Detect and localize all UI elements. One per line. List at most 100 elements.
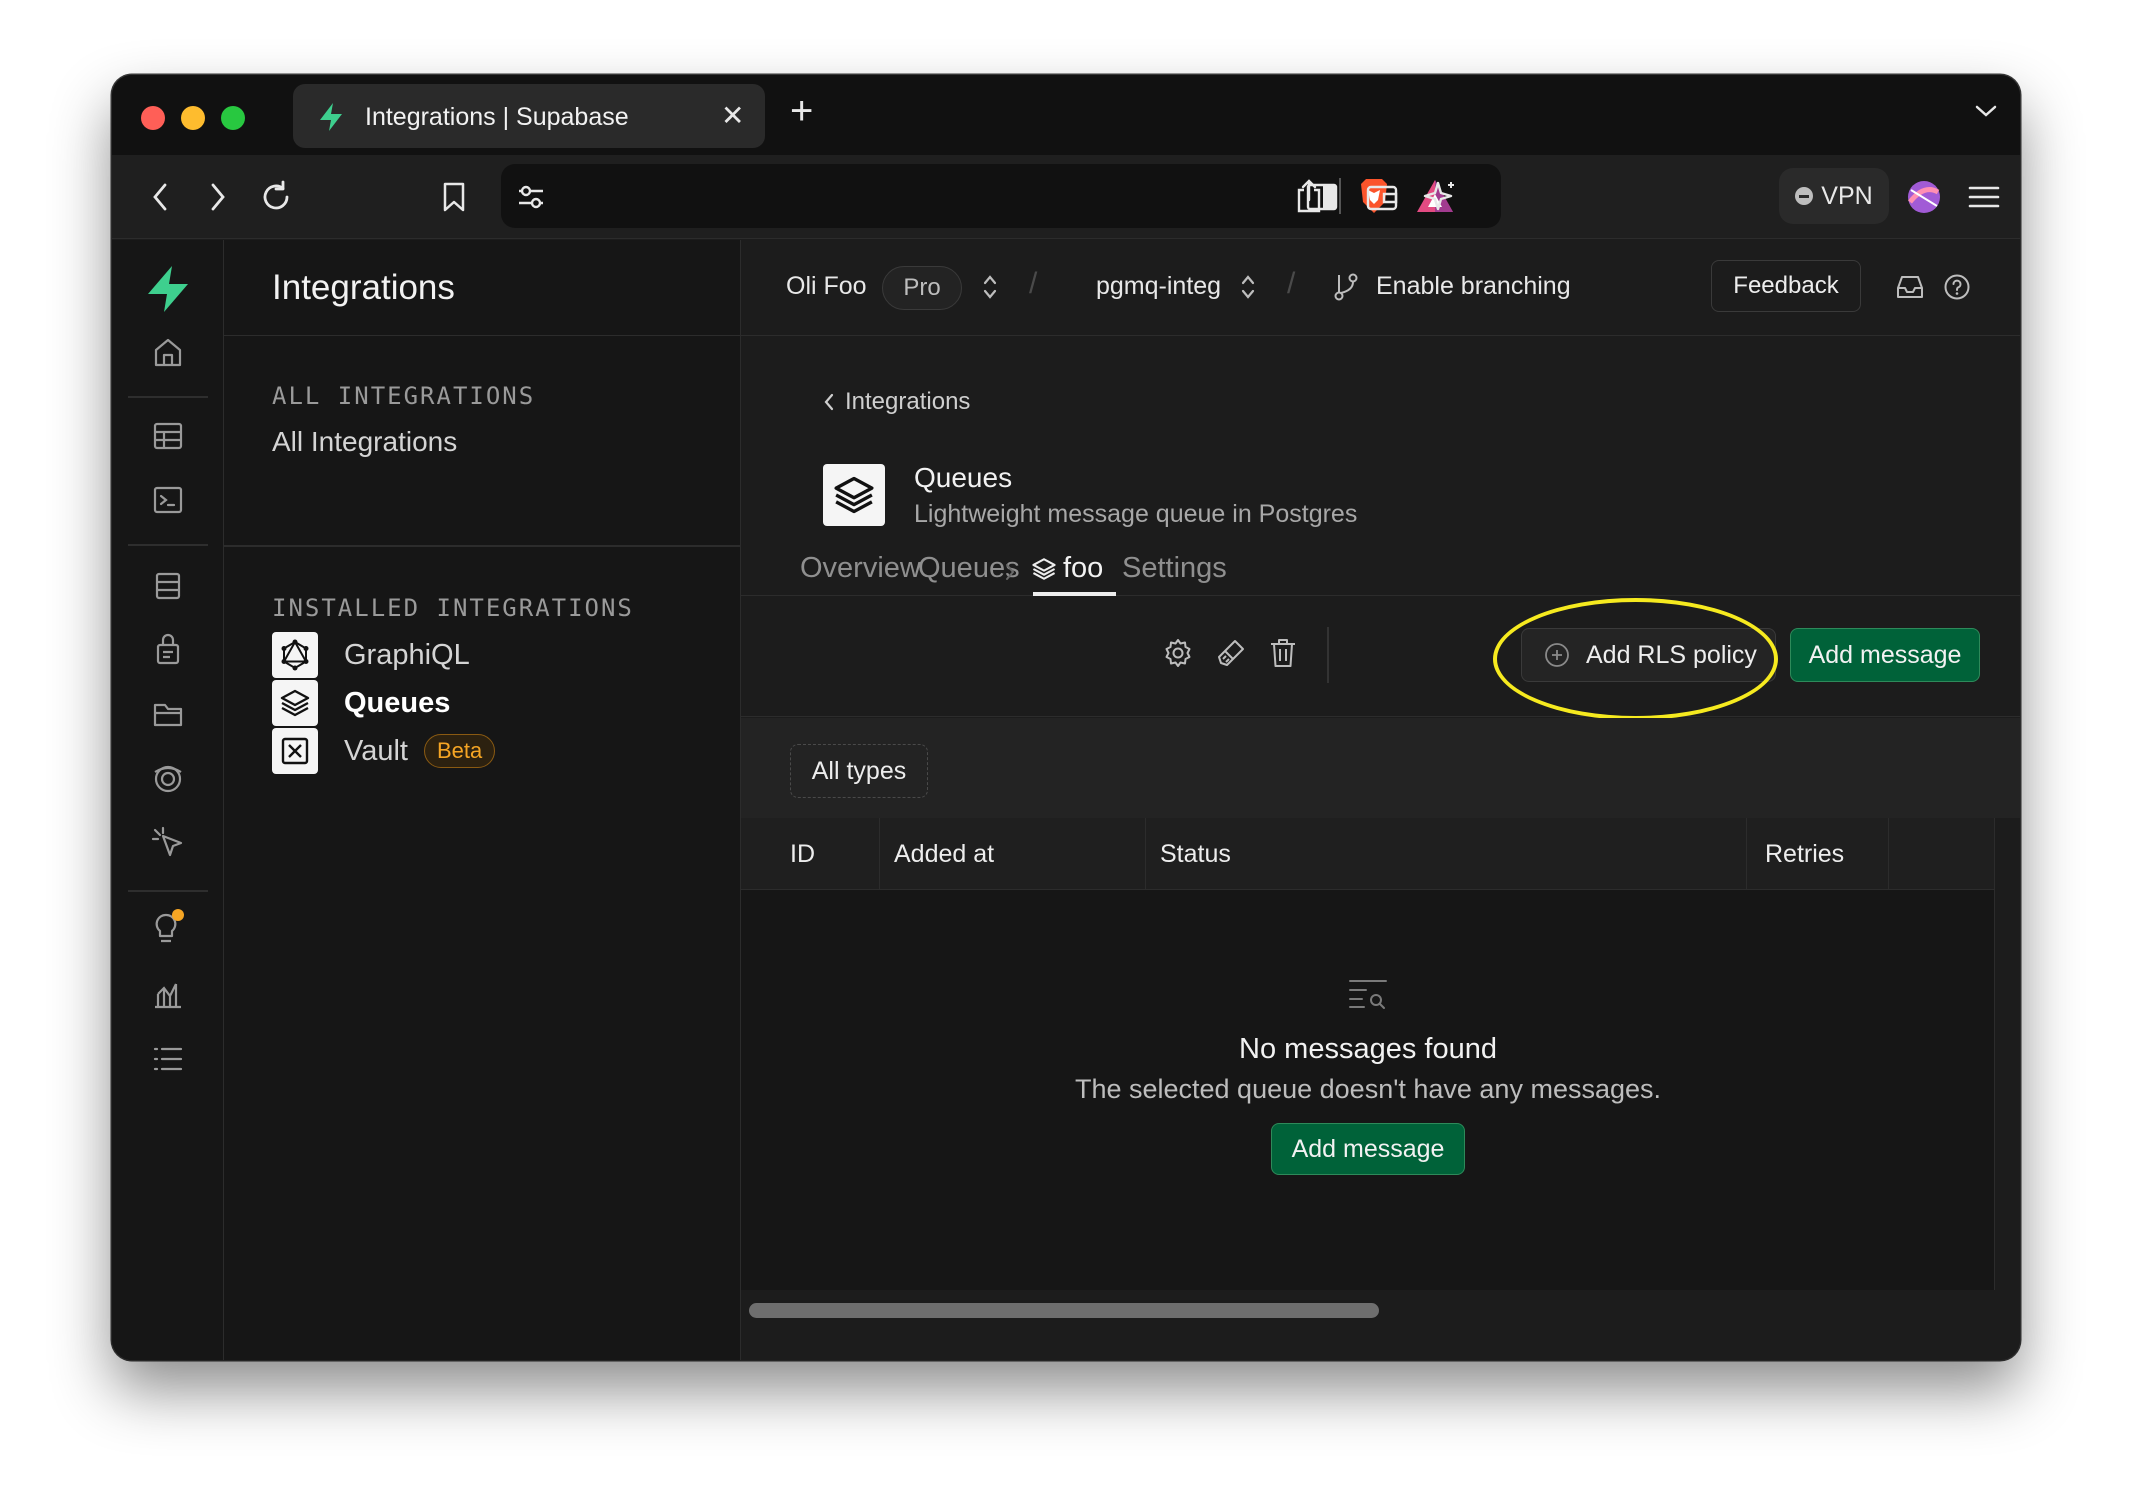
supabase-logo-icon [148, 266, 188, 312]
sidebar-item-queues[interactable]: Queues [272, 680, 450, 726]
nav-sql-editor[interactable] [112, 484, 224, 516]
forward-button[interactable] [198, 155, 238, 239]
breadcrumb-chevron-icon [1006, 564, 1015, 580]
tab-title: Integrations | Supabase [365, 103, 629, 131]
sidebar-toggle-button[interactable] [1300, 155, 1344, 239]
nav-table-editor[interactable] [112, 420, 224, 452]
horizontal-scrollbar[interactable] [749, 1303, 1379, 1318]
add-message-button[interactable]: Add message [1790, 628, 1980, 682]
site-settings-icon[interactable] [517, 184, 545, 210]
address-bar[interactable] [501, 164, 1501, 228]
table-icon [153, 422, 183, 450]
tab-queue-foo[interactable]: foo [1063, 552, 1103, 585]
nav-logs[interactable] [112, 1044, 224, 1074]
sidebar-item-all-integrations[interactable]: All Integrations [272, 426, 457, 458]
all-integrations-caption: ALL INTEGRATIONS [272, 382, 536, 410]
installed-integrations-caption: INSTALLED INTEGRATIONS [272, 594, 634, 622]
org-switcher-chevrons-icon[interactable] [981, 272, 999, 302]
close-window-button[interactable] [141, 106, 165, 130]
message-type-filter[interactable]: All types [790, 744, 928, 798]
hamburger-menu-icon [1968, 186, 2000, 208]
sidebar-item-label: Vault [344, 734, 408, 767]
feedback-button[interactable]: Feedback [1711, 260, 1861, 312]
queue-layers-icon [1032, 558, 1056, 580]
vpn-status-icon [1795, 187, 1814, 205]
queues-logo-icon [823, 464, 885, 526]
beta-badge: Beta [423, 734, 496, 768]
trash-icon[interactable] [1268, 637, 1298, 669]
back-link-label: Integrations [845, 388, 971, 415]
vault-icon [272, 728, 318, 774]
sidebar-panel-icon [1306, 183, 1338, 211]
browser-menu-button[interactable] [1964, 155, 2004, 239]
nav-storage[interactable] [112, 698, 224, 730]
nav-database[interactable] [112, 570, 224, 602]
settings-gear-icon[interactable] [1162, 637, 1194, 669]
column-id[interactable]: ID [741, 818, 880, 890]
cursor-icon [151, 826, 183, 857]
org-selector[interactable]: Oli Foo [786, 272, 867, 301]
back-button[interactable] [140, 155, 180, 239]
sidebar-item-vault[interactable]: Vault Beta [272, 728, 496, 774]
reload-button[interactable] [254, 155, 298, 239]
sidebar-item-graphiql[interactable]: GraphiQL [272, 632, 470, 678]
leo-ai-button[interactable] [1418, 155, 1462, 239]
wallet-button[interactable] [1360, 155, 1404, 239]
new-tab-button[interactable]: + [790, 89, 813, 134]
profile-button[interactable] [1902, 155, 1946, 239]
page-title: Queues [914, 462, 1013, 493]
database-icon [155, 572, 181, 600]
lock-icon [156, 633, 180, 665]
integrations-sidebar: Integrations ALL INTEGRATIONS All Integr… [224, 240, 741, 1360]
tab-settings[interactable]: Settings [1122, 552, 1227, 585]
graphql-icon [272, 632, 318, 678]
folder-icon [153, 703, 183, 727]
minimize-window-button[interactable] [181, 106, 205, 130]
nav-edge-functions[interactable] [112, 826, 224, 860]
column-added-at[interactable]: Added at [880, 818, 1146, 890]
empty-state: No messages found The selected queue doe… [741, 978, 1995, 1175]
column-retries[interactable]: Retries [1747, 818, 1889, 890]
bookmark-button[interactable] [434, 155, 474, 239]
nav-realtime[interactable] [112, 762, 224, 796]
integration-tabs: Overview Queues foo Settings [741, 540, 2020, 596]
realtime-icon [154, 765, 182, 793]
enable-branching-button[interactable]: Enable branching [1376, 272, 1571, 301]
nav-home[interactable] [112, 336, 224, 368]
inbox-icon[interactable] [1896, 274, 1924, 300]
column-status[interactable]: Status [1146, 818, 1747, 890]
project-selector[interactable]: pgmq-integ [1096, 272, 1221, 301]
sidebar-divider [224, 545, 740, 547]
supabase-app: Integrations ALL INTEGRATIONS All Integr… [112, 240, 2020, 1360]
maximize-window-button[interactable] [221, 106, 245, 130]
back-to-integrations-link[interactable]: Integrations [823, 388, 970, 416]
browser-window: Integrations | Supabase ✕ + VPN Integrat… [112, 75, 2020, 1360]
supabase-logo-button[interactable] [112, 264, 224, 314]
tab-list-chevron-icon[interactable] [1974, 103, 1998, 119]
vpn-label: VPN [1821, 181, 1873, 210]
nav-authentication[interactable] [112, 632, 224, 666]
empty-add-message-button[interactable]: Add message [1270, 1123, 1466, 1175]
empty-list-search-icon [1349, 980, 1387, 1009]
close-tab-icon[interactable]: ✕ [721, 99, 744, 132]
profile-avatar-icon [1908, 181, 1940, 213]
tab-overview[interactable]: Overview [800, 552, 921, 585]
help-icon[interactable] [1943, 273, 1971, 301]
active-tab-underline [1033, 592, 1116, 596]
browser-tab[interactable]: Integrations | Supabase ✕ [293, 84, 765, 148]
sidebar-item-label: Queues [344, 686, 451, 719]
browser-tab-bar: Integrations | Supabase ✕ + [112, 75, 2020, 155]
nav-reports[interactable] [112, 978, 224, 1010]
chevron-left-icon [824, 393, 834, 411]
nav-rail [112, 240, 224, 1360]
git-branch-icon [1334, 273, 1358, 301]
table-header: ID Added at Status Retries [741, 818, 1994, 890]
reports-chart-icon [155, 983, 181, 1009]
project-switcher-chevrons-icon[interactable] [1239, 272, 1257, 302]
sidebar-header: Integrations [224, 240, 740, 336]
add-rls-policy-button[interactable]: Add RLS policy [1521, 628, 1776, 682]
main-content: Oli Foo Pro / pgmq-integ / Enable branch… [741, 240, 2020, 1360]
nav-advisors[interactable] [112, 908, 224, 948]
vpn-button[interactable]: VPN [1779, 168, 1889, 224]
purge-brush-icon[interactable] [1215, 637, 1247, 669]
